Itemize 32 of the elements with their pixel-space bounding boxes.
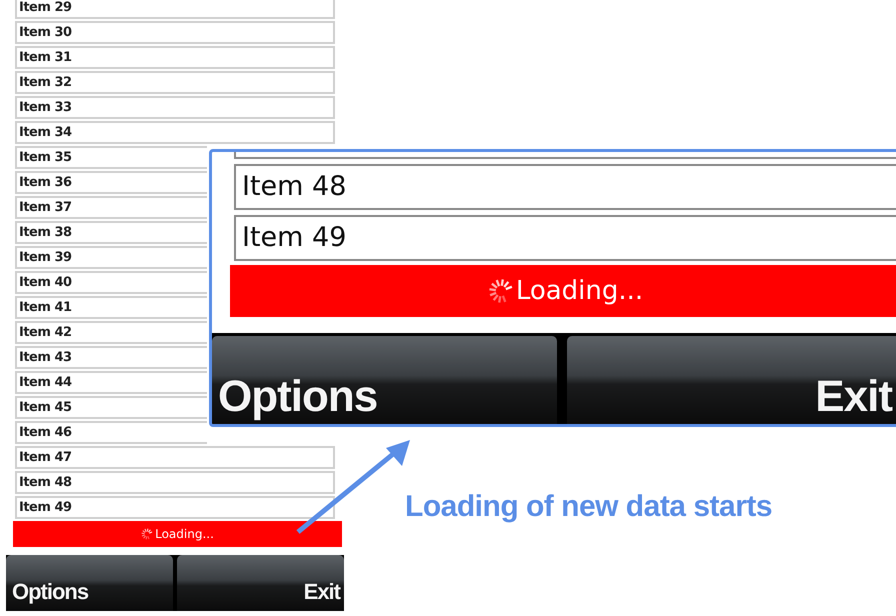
list-item[interactable]: Item 30 bbox=[15, 21, 335, 44]
list-item[interactable]: Item 42 bbox=[15, 321, 207, 344]
list-item[interactable]: Item 29 bbox=[15, 0, 335, 19]
list-item[interactable]: Item 45 bbox=[15, 396, 207, 419]
list-item[interactable]: Item 40 bbox=[15, 271, 207, 294]
callout-caption: Loading of new data starts bbox=[405, 490, 772, 524]
list-item[interactable]: Item 35 bbox=[15, 146, 207, 169]
list-item[interactable]: Item 43 bbox=[15, 346, 207, 369]
loading-text: Loading... bbox=[155, 527, 214, 541]
loading-text: Loading... bbox=[516, 276, 644, 306]
spinner-icon bbox=[488, 278, 514, 304]
exit-softkey[interactable]: Exit bbox=[567, 336, 896, 424]
list-item[interactable]: Item 34 bbox=[15, 121, 335, 144]
spinner-icon bbox=[141, 528, 154, 540]
list-item[interactable]: Item 36 bbox=[15, 171, 207, 194]
list-item[interactable]: Item 49 bbox=[234, 215, 896, 261]
list-item[interactable]: Item 49 bbox=[15, 496, 335, 519]
options-softkey[interactable]: Options bbox=[212, 336, 557, 424]
list-item[interactable]: Item 48 bbox=[234, 164, 896, 210]
list-item[interactable]: Item 37 bbox=[15, 196, 207, 219]
exit-softkey[interactable]: Exit bbox=[177, 555, 344, 611]
list-item[interactable]: Item 47 bbox=[15, 446, 335, 469]
list-item[interactable]: Item 32 bbox=[15, 71, 335, 94]
options-softkey[interactable]: Options bbox=[6, 555, 173, 611]
list-item[interactable]: Item 48 bbox=[15, 471, 335, 494]
list-item[interactable]: Item 44 bbox=[15, 371, 207, 394]
list-item[interactable]: Item 31 bbox=[15, 46, 335, 69]
list-item[interactable]: Item 38 bbox=[15, 221, 207, 244]
list-item[interactable]: Item 33 bbox=[15, 96, 335, 119]
list-item[interactable]: Item 46 bbox=[15, 421, 207, 444]
list-item[interactable]: Item 39 bbox=[15, 246, 207, 269]
list-item[interactable]: Item 41 bbox=[15, 296, 207, 319]
